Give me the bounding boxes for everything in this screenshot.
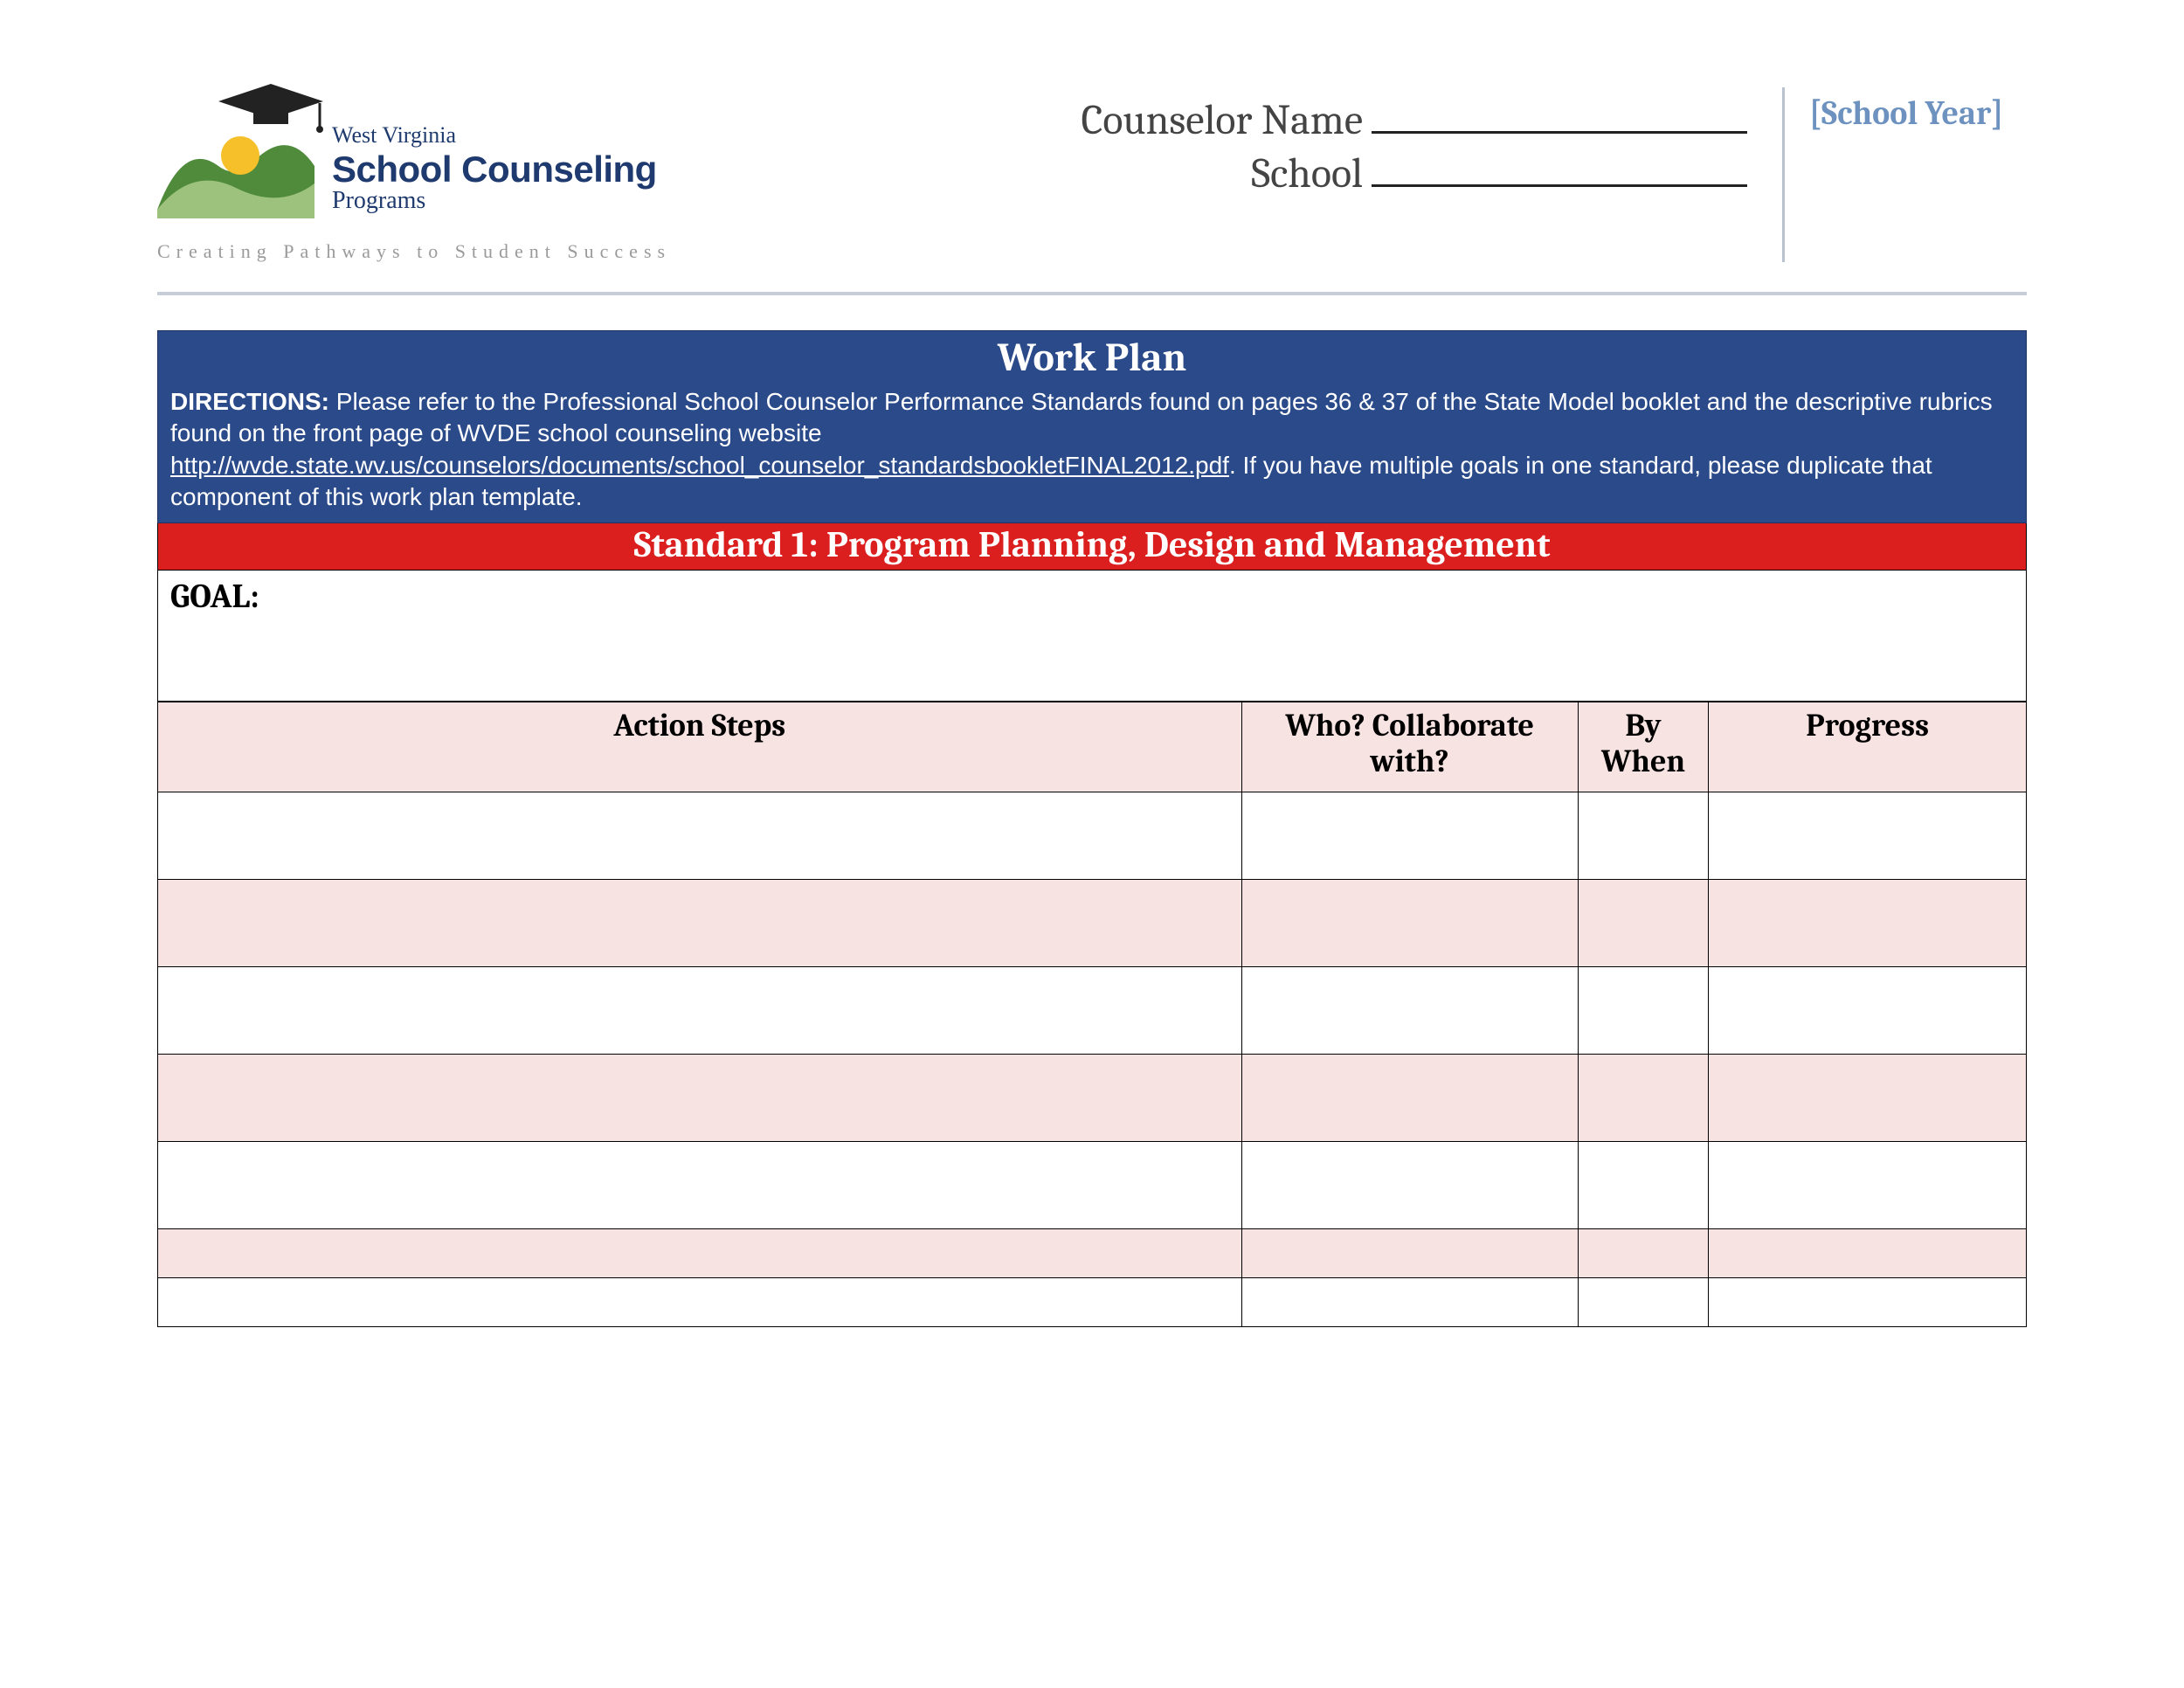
graduation-cap-icon — [218, 84, 323, 136]
school-year-placeholder[interactable]: [School Year] — [1809, 94, 2027, 133]
directions-label: DIRECTIONS: — [170, 388, 329, 415]
table-row[interactable] — [158, 1055, 2027, 1142]
page-header: West Virginia School Counseling Programs… — [157, 87, 2027, 280]
table-row[interactable] — [158, 1142, 2027, 1229]
col-progress: Progress — [1709, 702, 2027, 792]
counselor-name-blank[interactable] — [1372, 99, 1747, 134]
directions-body-1: Please refer to the Professional School … — [170, 388, 1993, 446]
logo-text-state: West Virginia — [332, 122, 657, 149]
goal-label[interactable]: GOAL: — [157, 571, 2027, 702]
header-right: [School Year] — [1782, 87, 2027, 262]
col-action-steps: Action Steps — [158, 702, 1242, 792]
school-blank[interactable] — [1372, 152, 1747, 187]
school-label: School — [1251, 149, 1363, 197]
table-row[interactable] — [158, 792, 2027, 880]
logo-text-main: School Counseling — [332, 149, 657, 190]
table-row[interactable] — [158, 1278, 2027, 1327]
logo-text-sub: Programs — [332, 187, 657, 215]
directions-link[interactable]: http://wvde.state.wv.us/counselors/docum… — [170, 452, 1229, 479]
program-logo: West Virginia School Counseling Programs… — [157, 87, 716, 280]
logo-tagline: Creating Pathways to Student Success — [157, 240, 671, 263]
directions-text: DIRECTIONS: Please refer to the Professi… — [157, 383, 2027, 523]
panel-title: Work Plan — [157, 330, 2027, 383]
header-divider — [157, 292, 2027, 295]
counselor-name-label: Counselor Name — [1081, 96, 1363, 144]
col-by-when: By When — [1578, 702, 1709, 792]
table-row[interactable] — [158, 1229, 2027, 1278]
header-fields: Counselor Name School — [751, 87, 1747, 203]
standard-title: Standard 1: Program Planning, Design and… — [157, 523, 2027, 571]
work-plan-panel: Work Plan DIRECTIONS: Please refer to th… — [157, 330, 2027, 1327]
table-row[interactable] — [158, 967, 2027, 1055]
table-row[interactable] — [158, 880, 2027, 967]
action-steps-table: Action Steps Who? Collaborate with? By W… — [157, 702, 2027, 1328]
col-who: Who? Collaborate with? — [1241, 702, 1578, 792]
